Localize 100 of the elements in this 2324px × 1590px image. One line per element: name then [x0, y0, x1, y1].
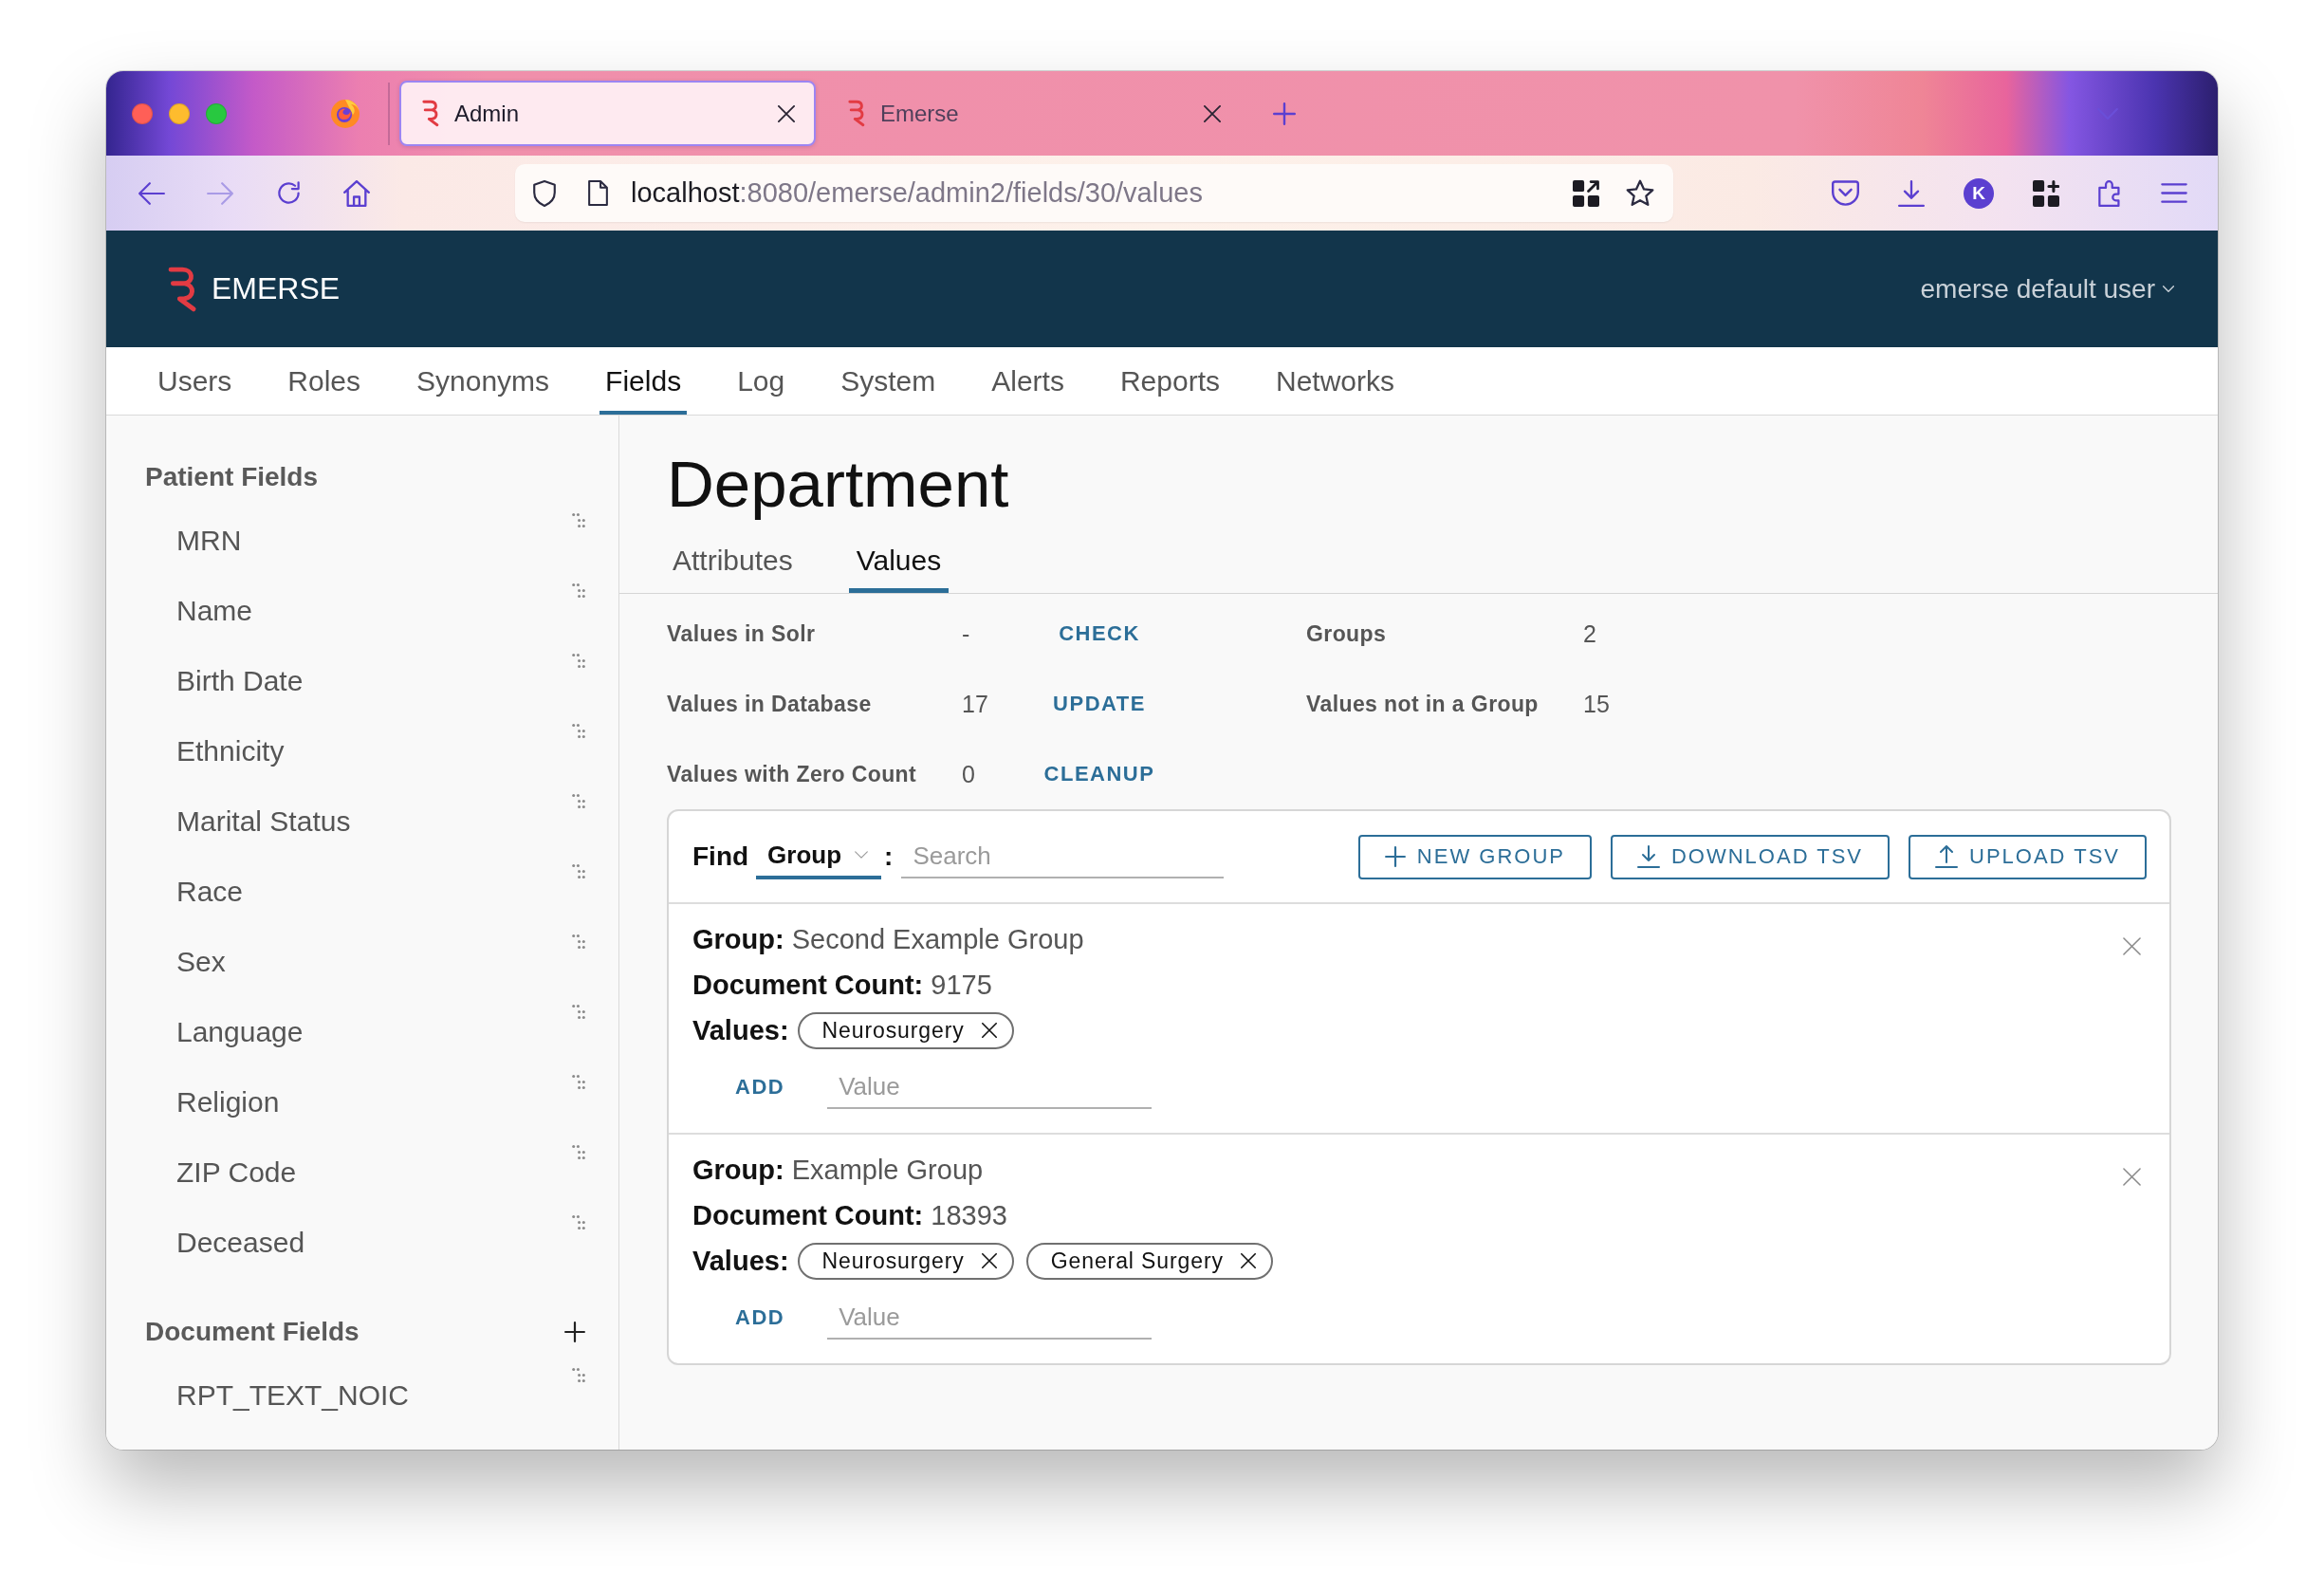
drag-handle-icon[interactable]: [572, 934, 585, 949]
sidebar-item[interactable]: MRN: [176, 525, 242, 557]
drag-handle-icon[interactable]: [572, 513, 585, 527]
remove-icon[interactable]: [981, 1253, 997, 1268]
separator-text: :: [884, 841, 894, 872]
page-icon: [588, 180, 608, 206]
tab-favicon-icon: [848, 100, 867, 127]
nav-tab[interactable]: Networks: [1269, 347, 1400, 415]
close-tab-icon[interactable]: [1204, 104, 1221, 122]
page-title: Department: [667, 447, 1010, 523]
star-icon[interactable]: [1626, 179, 1654, 207]
find-label: Find: [692, 841, 749, 872]
sidebar-item[interactable]: Birth Date: [176, 665, 304, 697]
caret-icon: [855, 851, 869, 859]
remove-icon[interactable]: [981, 1023, 997, 1038]
drag-handle-icon[interactable]: [572, 1215, 585, 1229]
search-field[interactable]: Search: [901, 835, 1225, 878]
close-icon[interactable]: [2123, 1168, 2141, 1186]
value-field[interactable]: Value: [827, 1296, 1153, 1340]
drag-handle-icon[interactable]: [572, 724, 585, 738]
values-label: Values:: [692, 1245, 789, 1277]
group-label: Group:: [692, 923, 784, 955]
add-button[interactable]: ADD: [735, 1071, 785, 1103]
drag-handle-icon[interactable]: [572, 1075, 585, 1089]
remove-icon[interactable]: [1240, 1253, 1256, 1268]
group-label: Group:: [692, 1154, 784, 1186]
nav-tab[interactable]: Synonyms: [411, 347, 556, 415]
minimize-window-icon[interactable]: [169, 102, 190, 124]
reload-icon[interactable]: [275, 180, 302, 206]
tag-text: General Surgery: [1050, 1248, 1224, 1274]
home-icon[interactable]: [343, 179, 370, 207]
menu-icon[interactable]: [2161, 182, 2187, 204]
sidebar-item[interactable]: ZIP Code: [176, 1156, 297, 1189]
page-tab[interactable]: Attributes: [665, 537, 801, 593]
sidebar-item[interactable]: Ethnicity: [176, 735, 285, 767]
tab-favicon-icon: [422, 100, 441, 127]
sidebar-item[interactable]: Deceased: [176, 1227, 305, 1259]
download-button[interactable]: DOWNLOAD TSV: [1610, 834, 1890, 879]
address-bar[interactable]: localhost:8080/emerse/admin2/fields/30/values: [515, 164, 1673, 222]
stat-value: 2: [1583, 619, 1596, 648]
zoom-window-icon[interactable]: [206, 102, 227, 124]
filter-select[interactable]: Group: [756, 834, 882, 879]
stat-value: 15: [1583, 690, 1610, 718]
stat-label: Values in Solr: [667, 620, 816, 647]
drag-handle-icon[interactable]: [572, 654, 585, 668]
close-window-icon[interactable]: [132, 102, 153, 124]
stat-value: 0: [962, 760, 975, 788]
download-icon[interactable]: [1898, 179, 1925, 207]
browser-tab[interactable]: Admin: [399, 81, 816, 146]
add-icon[interactable]: [564, 1322, 585, 1342]
puzzle-icon[interactable]: [2098, 179, 2122, 207]
nav-tab[interactable]: Users: [152, 347, 238, 415]
nav-tab[interactable]: Reports: [1114, 347, 1226, 415]
new-tab-icon[interactable]: [1273, 102, 1296, 125]
stat-value: -: [962, 619, 970, 648]
action-button[interactable]: CHECK: [1053, 618, 1146, 650]
browser-tab[interactable]: Emerse: [825, 81, 1242, 146]
new-group-button[interactable]: NEW GROUP: [1357, 834, 1592, 879]
drag-handle-icon[interactable]: [572, 1145, 585, 1159]
stat-label: Values with Zero Count: [667, 761, 917, 787]
sidebar-item[interactable]: Language: [176, 1016, 304, 1048]
extensions-grid-icon[interactable]: [2033, 179, 2059, 207]
add-button[interactable]: ADD: [735, 1302, 785, 1334]
sidebar-item[interactable]: Marital Status: [176, 805, 351, 838]
drag-handle-icon[interactable]: [572, 864, 585, 878]
section-title: Patient Fields: [145, 462, 319, 492]
browser-logo-icon: [330, 98, 360, 129]
drag-handle-icon[interactable]: [572, 1005, 585, 1019]
sidebar-item[interactable]: Race: [176, 876, 244, 908]
shield-icon[interactable]: [533, 179, 556, 207]
user-menu[interactable]: emerse default user: [1920, 273, 2174, 305]
action-button[interactable]: CLEANUP: [1038, 758, 1161, 790]
tag-text: Neurosurgery: [821, 1017, 965, 1044]
action-button[interactable]: UPDATE: [1047, 688, 1152, 720]
page-tab[interactable]: Values: [848, 537, 950, 593]
close-icon[interactable]: [2123, 937, 2141, 955]
grid-arrow-icon[interactable]: [1573, 179, 1599, 207]
back-icon[interactable]: [138, 181, 165, 205]
sidebar-item[interactable]: Sex: [176, 946, 226, 978]
pocket-icon[interactable]: [1832, 180, 1859, 206]
sidebar-item[interactable]: Religion: [176, 1086, 280, 1119]
account-avatar[interactable]: K: [1964, 177, 1994, 209]
nav-tab[interactable]: Alerts: [986, 347, 1070, 415]
section-title: Document Fields: [145, 1317, 360, 1347]
drag-handle-icon[interactable]: [572, 794, 585, 808]
group-name: Example Group: [791, 1154, 984, 1186]
download-icon: [1636, 845, 1660, 868]
nav-tab[interactable]: Roles: [282, 347, 367, 415]
drag-handle-icon[interactable]: [572, 583, 585, 598]
sidebar-item[interactable]: Name: [176, 595, 253, 627]
sidebar-item[interactable]: RPT_TEXT_NOIC: [176, 1379, 410, 1412]
count-label: Document Count:: [692, 969, 924, 1001]
upload-button[interactable]: UPLOAD TSV: [1909, 834, 2147, 879]
nav-tab[interactable]: Log: [731, 347, 791, 415]
stat-label: Groups: [1306, 620, 1387, 647]
count-label: Document Count:: [692, 1199, 924, 1231]
drag-handle-icon[interactable]: [572, 1368, 585, 1382]
nav-tab[interactable]: System: [835, 347, 942, 415]
value-field[interactable]: Value: [827, 1065, 1153, 1109]
close-tab-icon[interactable]: [778, 104, 795, 122]
